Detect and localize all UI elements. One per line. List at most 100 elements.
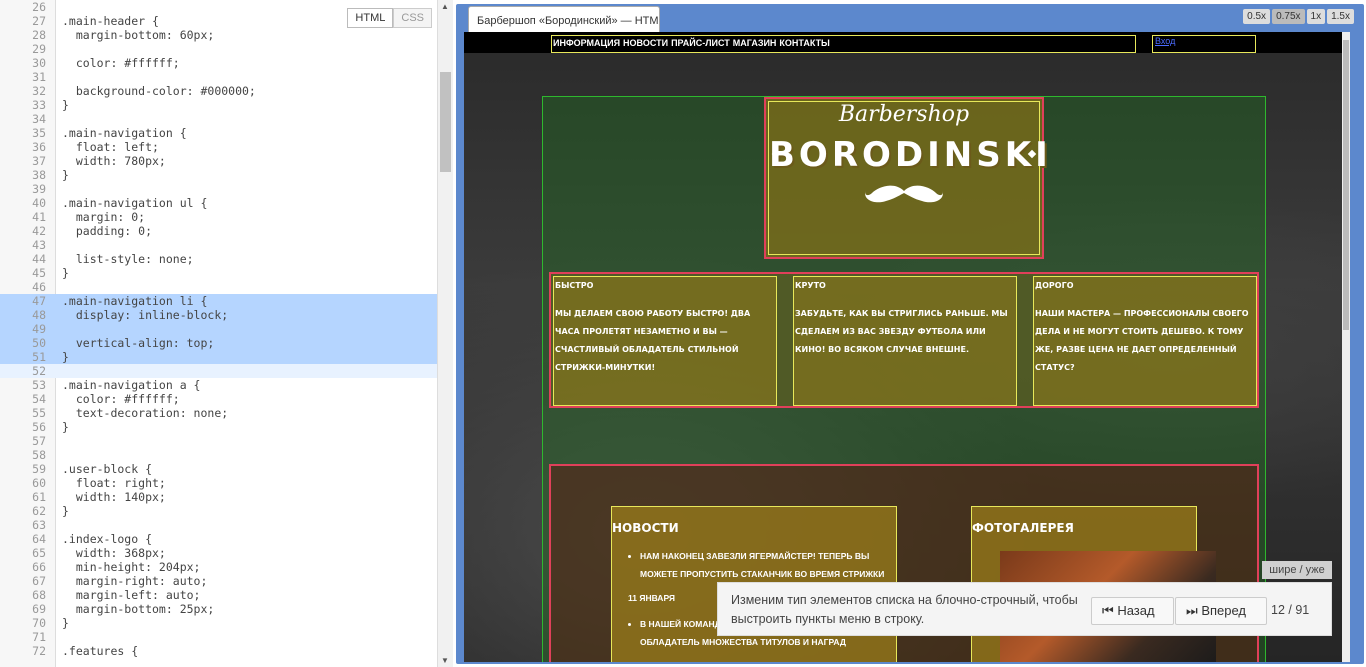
feature-item: КРУТО ЗАБУДЬТЕ, КАК ВЫ СТРИГЛИСЬ РАНЬШЕ. … [793, 276, 1017, 406]
nav-link[interactable]: ИНФОРМАЦИЯ [553, 38, 620, 48]
code-line[interactable]: 61 width: 140px; [0, 490, 437, 504]
code-line[interactable]: 28 margin-bottom: 60px; [0, 28, 437, 42]
preview-scroll-thumb[interactable] [1343, 40, 1349, 330]
line-number: 45 [32, 266, 46, 280]
code-text: vertical-align: top; [62, 336, 215, 350]
code-line[interactable]: 69 margin-bottom: 25px; [0, 602, 437, 616]
code-line[interactable]: 52 [0, 364, 437, 378]
index-logo: Barbershop BORODINSKI [764, 97, 1048, 259]
code-line[interactable]: 53 .main-navigation a { [0, 378, 437, 392]
nav-link[interactable]: КОНТАКТЫ [779, 38, 829, 48]
code-line[interactable]: 33} [0, 98, 437, 112]
line-number: 30 [32, 56, 46, 70]
feature-text: НАШИ МАСТЕРА — ПРОФЕССИОНАЛЫ СВОЕГО ДЕЛА… [1035, 309, 1249, 372]
code-line[interactable]: 66 min-height: 204px; [0, 560, 437, 574]
line-number: 27 [32, 14, 46, 28]
code-line[interactable]: 56} [0, 420, 437, 434]
prev-icon: ⏮ [1102, 603, 1118, 618]
zoom-button[interactable]: 1x [1306, 9, 1326, 24]
size-toggle-button[interactable]: шире / уже [1262, 561, 1332, 579]
preview-tab[interactable]: Барбершоп «Бородинский» — HTML [468, 6, 660, 34]
tab-css[interactable]: CSS [393, 8, 432, 28]
code-line[interactable]: 48 display: inline-block; [0, 308, 437, 322]
zoom-button[interactable]: 0.5x [1243, 9, 1271, 24]
code-line[interactable]: 64 .index-logo { [0, 532, 437, 546]
code-line[interactable]: 30 color: #ffffff; [0, 56, 437, 70]
forward-button[interactable]: ⏭ Вперед [1175, 597, 1267, 625]
code-line[interactable]: 29 [0, 42, 437, 56]
code-line[interactable]: 71 [0, 630, 437, 644]
news-text[interactable]: НАМ НАКОНЕЦ ЗАВЕЗЛИ ЯГЕРМАЙСТЕР! ТЕПЕРЬ … [640, 547, 896, 583]
line-number: 63 [32, 518, 46, 532]
code-line[interactable]: 39 [0, 182, 437, 196]
login-link[interactable]: Вход [1155, 36, 1175, 46]
code-text: .main-navigation { [62, 126, 187, 140]
line-number: 29 [32, 42, 46, 56]
code-line[interactable]: 34 [0, 112, 437, 126]
code-text: .main-navigation ul { [62, 196, 208, 210]
code-line[interactable]: 49 [0, 322, 437, 336]
nav-link[interactable]: ПРАЙС-ЛИСТ [671, 38, 730, 48]
code-line[interactable]: 62} [0, 504, 437, 518]
code-area[interactable]: 26 27 .main-header {28 margin-bottom: 60px… [0, 0, 437, 667]
code-line[interactable]: 50 vertical-align: top; [0, 336, 437, 350]
code-line[interactable]: 54 color: #ffffff; [0, 392, 437, 406]
code-line[interactable]: 65 width: 368px; [0, 546, 437, 560]
code-line[interactable]: 70} [0, 616, 437, 630]
code-line[interactable]: 55 text-decoration: none; [0, 406, 437, 420]
feature-text: ЗАБУДЬТЕ, КАК ВЫ СТРИГЛИСЬ РАНЬШЕ. МЫ СД… [795, 309, 1008, 354]
mustache-icon [865, 185, 943, 203]
zoom-button[interactable]: 0.75x [1272, 9, 1305, 24]
site-preview[interactable]: ИНФОРМАЦИЯ НОВОСТИ ПРАЙС-ЛИСТ МАГАЗИН КОНТАК… [464, 32, 1350, 662]
code-line[interactable]: 68 margin-left: auto; [0, 588, 437, 602]
code-line[interactable]: 43 [0, 238, 437, 252]
code-line[interactable]: 37 width: 780px; [0, 154, 437, 168]
code-line[interactable]: 44 list-style: none; [0, 252, 437, 266]
code-line[interactable]: 36 float: left; [0, 140, 437, 154]
code-line[interactable]: 40 .main-navigation ul { [0, 196, 437, 210]
line-number: 70 [32, 616, 46, 630]
nav-link[interactable]: НОВОСТИ [623, 38, 668, 48]
feature-title: БЫСТРО [555, 281, 594, 290]
editor-scroll-thumb[interactable] [440, 72, 451, 172]
back-button[interactable]: ⏮ Назад [1091, 597, 1174, 625]
code-text: padding: 0; [62, 224, 153, 238]
line-number: 50 [32, 336, 46, 350]
code-line[interactable]: 31 [0, 70, 437, 84]
code-line[interactable]: 38} [0, 168, 437, 182]
code-text: } [62, 420, 69, 434]
code-line[interactable]: 63 [0, 518, 437, 532]
line-number: 41 [32, 210, 46, 224]
code-text: margin-left: auto; [62, 588, 201, 602]
preview-scrollbar[interactable] [1342, 32, 1350, 662]
code-editor[interactable]: 26 27 .main-header {28 margin-bottom: 60px… [0, 0, 453, 667]
line-number: 68 [32, 588, 46, 602]
code-line[interactable]: 67 margin-right: auto; [0, 574, 437, 588]
editor-scrollbar[interactable]: ▲ ▼ [437, 0, 453, 667]
line-number: 43 [32, 238, 46, 252]
line-number: 71 [32, 630, 46, 644]
zoom-controls: 0.5x 0.75x 1x 1.5x [1243, 9, 1354, 24]
code-line[interactable]: 41 margin: 0; [0, 210, 437, 224]
main-navigation: ИНФОРМАЦИЯ НОВОСТИ ПРАЙС-ЛИСТ МАГАЗИН КОНТАК… [551, 35, 1136, 53]
scroll-down-icon[interactable]: ▼ [441, 656, 449, 665]
code-line[interactable]: 59 .user-block { [0, 462, 437, 476]
code-text: .index-logo { [62, 532, 153, 546]
code-line[interactable]: 35 .main-navigation { [0, 126, 437, 140]
code-line[interactable]: 51} [0, 350, 437, 364]
tab-html[interactable]: HTML [347, 8, 394, 28]
nav-link[interactable]: МАГАЗИН [733, 38, 777, 48]
scroll-up-icon[interactable]: ▲ [441, 2, 449, 11]
code-line[interactable]: 45} [0, 266, 437, 280]
code-line[interactable]: 60 float: right; [0, 476, 437, 490]
code-line[interactable]: 58 [0, 448, 437, 462]
code-line[interactable]: 47 .main-navigation li { [0, 294, 437, 308]
code-line[interactable]: 42 padding: 0; [0, 224, 437, 238]
code-text: background-color: #000000; [62, 84, 256, 98]
zoom-button[interactable]: 1.5x [1327, 9, 1354, 24]
code-text: margin: 0; [62, 210, 146, 224]
code-line[interactable]: 72 .features { [0, 644, 437, 658]
code-line[interactable]: 46 [0, 280, 437, 294]
code-line[interactable]: 32 background-color: #000000; [0, 84, 437, 98]
code-line[interactable]: 57 [0, 434, 437, 448]
